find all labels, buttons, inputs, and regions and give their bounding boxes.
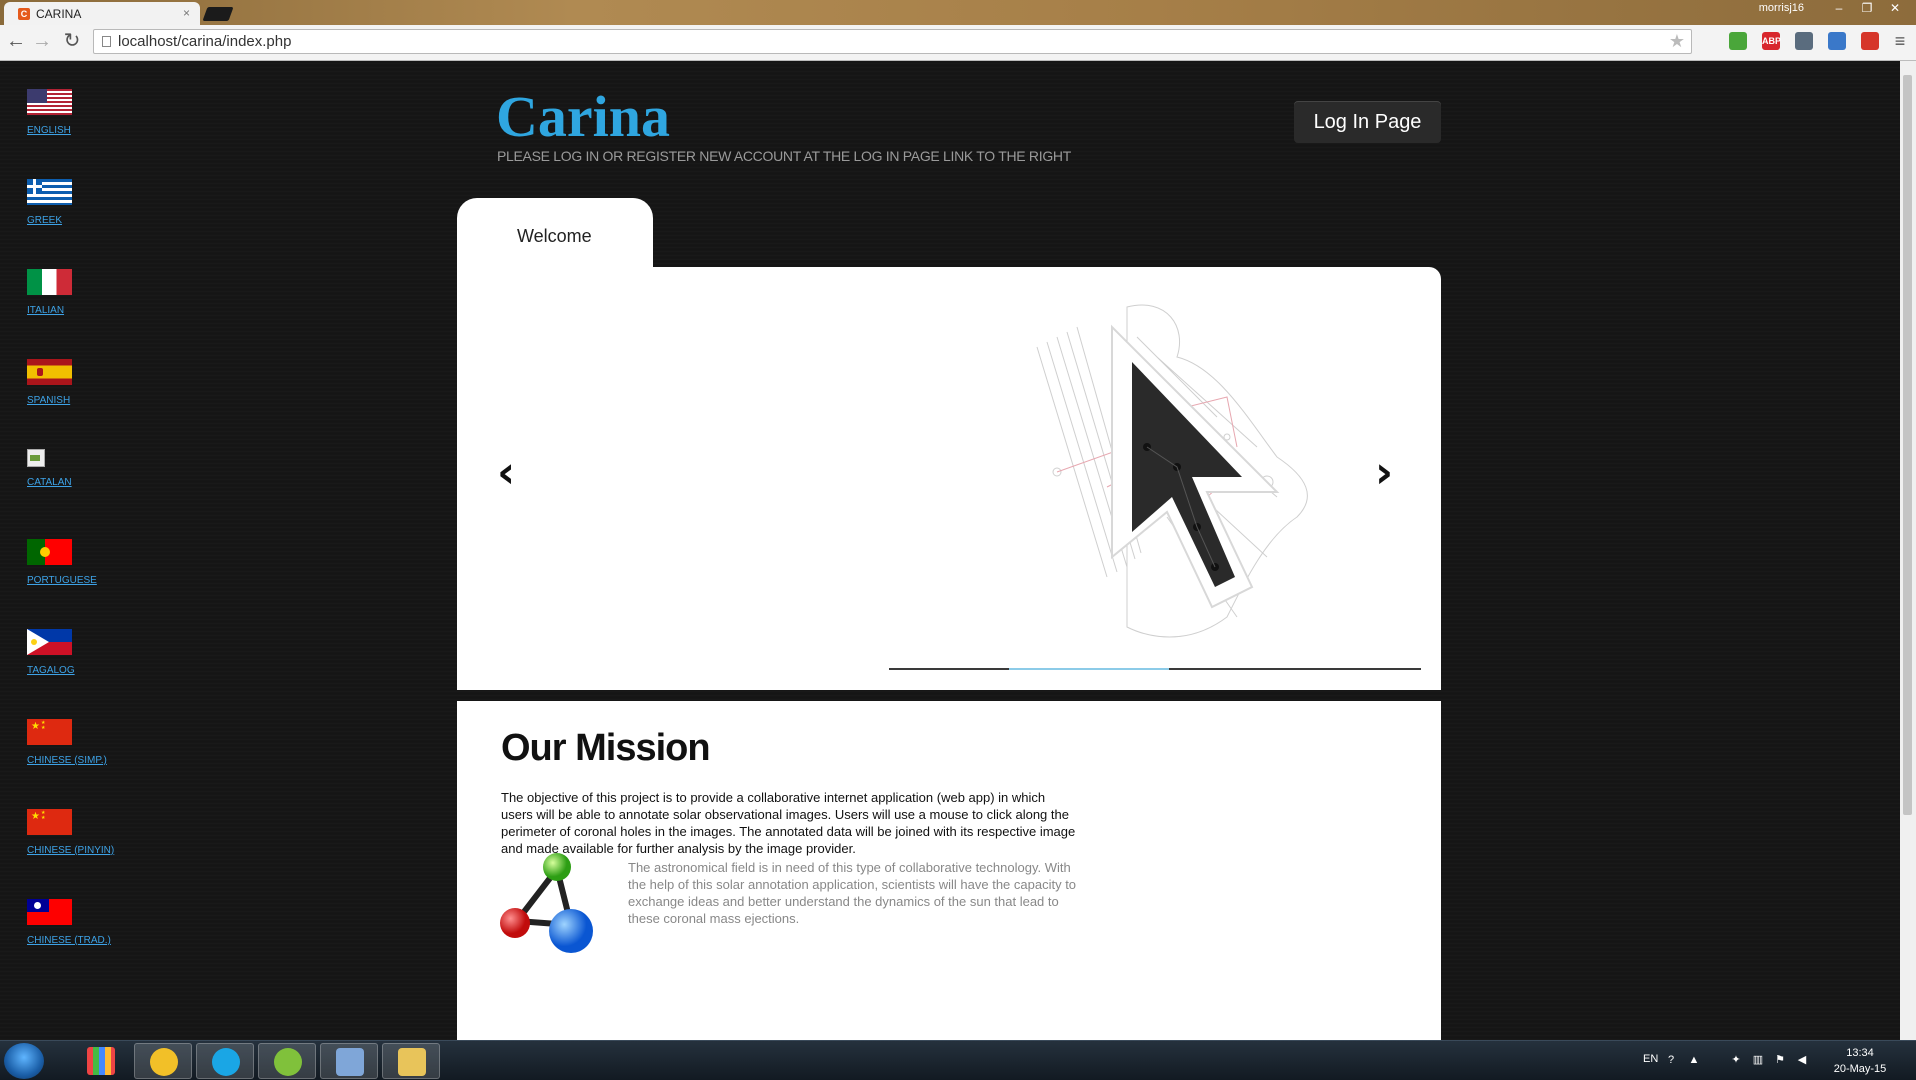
language-link-greek[interactable]: GREEK [27,179,157,226]
language-link-chinese-trad[interactable]: CHINESE (TRAD.) [27,899,157,946]
tab-welcome[interactable]: Welcome [457,198,653,268]
chrome-menu-icon[interactable]: ≡ [1888,30,1912,54]
mission-secondary-paragraph: The astronomical field is in need of thi… [628,860,1077,926]
mission-section: Our Mission The objective of this projec… [457,701,1441,1040]
tab-welcome-label: Welcome [517,226,592,246]
next-slide-icon[interactable]: › [1375,447,1393,498]
virtualbox-icon [336,1048,364,1076]
greece-flag-icon[interactable] [27,179,72,205]
language-link-spanish[interactable]: SPANISH [27,359,157,406]
broken-image-icon[interactable] [27,449,45,467]
slide-progress-fill [1009,668,1169,670]
translate-icon[interactable] [1828,32,1846,50]
chrome-icon [150,1048,178,1076]
close-window-icon[interactable]: ✕ [1882,0,1908,18]
china-flag-icon[interactable]: ★ ★ ★ [27,809,72,835]
url-text[interactable]: localhost/carina/index.php [118,33,291,50]
page-scrollbar[interactable] [1900,61,1916,1040]
address-bar[interactable]: localhost/carina/index.php ★ [93,29,1692,54]
language-label[interactable]: TAGALOG [27,665,157,676]
taskbar-apps-launcher-button[interactable] [72,1043,130,1079]
web-page: ENGLISH GREEK ITALIAN SPANISH CATALAN PORTUGU… [0,61,1900,1040]
cursor-illustration [1036,304,1308,638]
forward-button[interactable]: → [30,30,54,54]
file-explorer-icon [398,1048,426,1076]
clock-date: 20-May-15 [1833,1063,1887,1075]
show-hidden-icons[interactable]: ▲ [1688,1054,1700,1066]
profile-name[interactable]: morrisj16 [1759,2,1804,14]
back-button[interactable]: ← [4,30,28,54]
image-slider: ‹ › [457,267,1441,690]
minimize-icon[interactable]: – [1826,0,1852,18]
apps-launcher-icon [87,1047,115,1075]
browser-tab[interactable]: C CARINA × [4,2,200,25]
mission-title: Our Mission [501,727,711,769]
tagline: PLEASE LOG IN OR REGISTER NEW ACCOUNT AT… [497,148,1071,164]
slide-progress-bar [889,668,1421,670]
taskbar-spotify-button[interactable] [258,1043,316,1079]
help-icon[interactable]: ? [1665,1054,1677,1066]
us-flag-icon[interactable] [27,89,72,115]
italy-flag-icon[interactable] [27,269,72,295]
tab-title: CARINA [36,6,82,21]
language-label[interactable]: CHINESE (PINYIN) [27,845,157,856]
language-link-chinese-pinyin[interactable]: ★ ★ ★ CHINESE (PINYIN) [27,809,157,856]
taiwan-flag-icon[interactable] [27,899,72,925]
language-label[interactable]: CHINESE (SIMP.) [27,755,157,766]
language-link-chinese-simp[interactable]: ★ ★ ★ CHINESE (SIMP.) [27,719,157,766]
spotify-icon [274,1048,302,1076]
spain-flag-icon[interactable] [27,359,72,385]
dropbox-icon[interactable]: ✦ [1730,1054,1742,1066]
china-flag-icon[interactable]: ★ ★ ★ [27,719,72,745]
window-titlebar: C CARINA × morrisj16 – ❐ ✕ [0,0,1916,25]
dictionary-icon[interactable] [1861,32,1879,50]
site-logo[interactable]: Carina [496,83,670,150]
language-label[interactable]: CHINESE (TRAD.) [27,935,157,946]
volume-icon[interactable]: ◀ [1796,1054,1808,1066]
taskbar-file-explorer-button[interactable] [382,1043,440,1079]
language-link-tagalog[interactable]: TAGALOG [27,629,157,676]
language-label[interactable]: CATALAN [27,477,157,488]
action-center-icon[interactable]: ⚑ [1774,1054,1786,1066]
philippines-flag-icon[interactable] [27,629,72,655]
network-icon[interactable]: ▥ [1752,1054,1764,1066]
input-language-indicator[interactable]: EN [1643,1053,1658,1065]
mission-paragraph: The objective of this project is to prov… [501,790,1076,856]
taskbar-skype-button[interactable] [196,1043,254,1079]
restore-icon[interactable]: ❐ [1854,0,1880,18]
tab-close-icon[interactable]: × [183,6,190,20]
language-label[interactable]: GREEK [27,215,157,226]
language-label[interactable]: SPANISH [27,395,157,406]
scrollbar-thumb[interactable] [1903,75,1912,815]
windows-taskbar: EN ? ▲ ✦ ▥ ⚑ ◀ 13:34 20-May-15 [0,1040,1916,1080]
language-label[interactable]: PORTUGUESE [27,575,157,586]
skype-icon [212,1048,240,1076]
language-link-catalan[interactable]: CATALAN [27,449,157,488]
login-page-button[interactable]: Log In Page [1294,101,1441,143]
start-button[interactable] [4,1043,44,1079]
adblock-icon[interactable]: ABP [1762,32,1781,50]
language-link-english[interactable]: ENGLISH [27,89,157,136]
equalizer-icon[interactable] [1795,32,1813,50]
language-label[interactable]: ITALIAN [27,305,157,316]
system-clock[interactable]: 13:34 20-May-15 [1820,1045,1900,1077]
clock-time: 13:34 [1846,1047,1874,1059]
site-favicon-icon: C [18,7,30,20]
language-link-italian[interactable]: ITALIAN [27,269,157,316]
taskbar-chrome-button[interactable] [134,1043,192,1079]
browser-toolbar: ← → ↻ localhost/carina/index.php ★ ABP ≡ [0,25,1916,61]
portugal-flag-icon[interactable] [27,539,72,565]
new-tab-button[interactable] [202,7,234,21]
bookmark-star-icon[interactable]: ★ [1669,31,1685,52]
prev-slide-icon[interactable]: ‹ [497,447,515,498]
molecule-icon [500,853,593,953]
taskbar-virtualbox-button[interactable] [320,1043,378,1079]
page-icon [102,36,111,47]
evernote-icon[interactable] [1729,32,1747,50]
language-link-portuguese[interactable]: PORTUGUESE [27,539,157,586]
language-label[interactable]: ENGLISH [27,125,157,136]
reload-button[interactable]: ↻ [60,30,84,54]
